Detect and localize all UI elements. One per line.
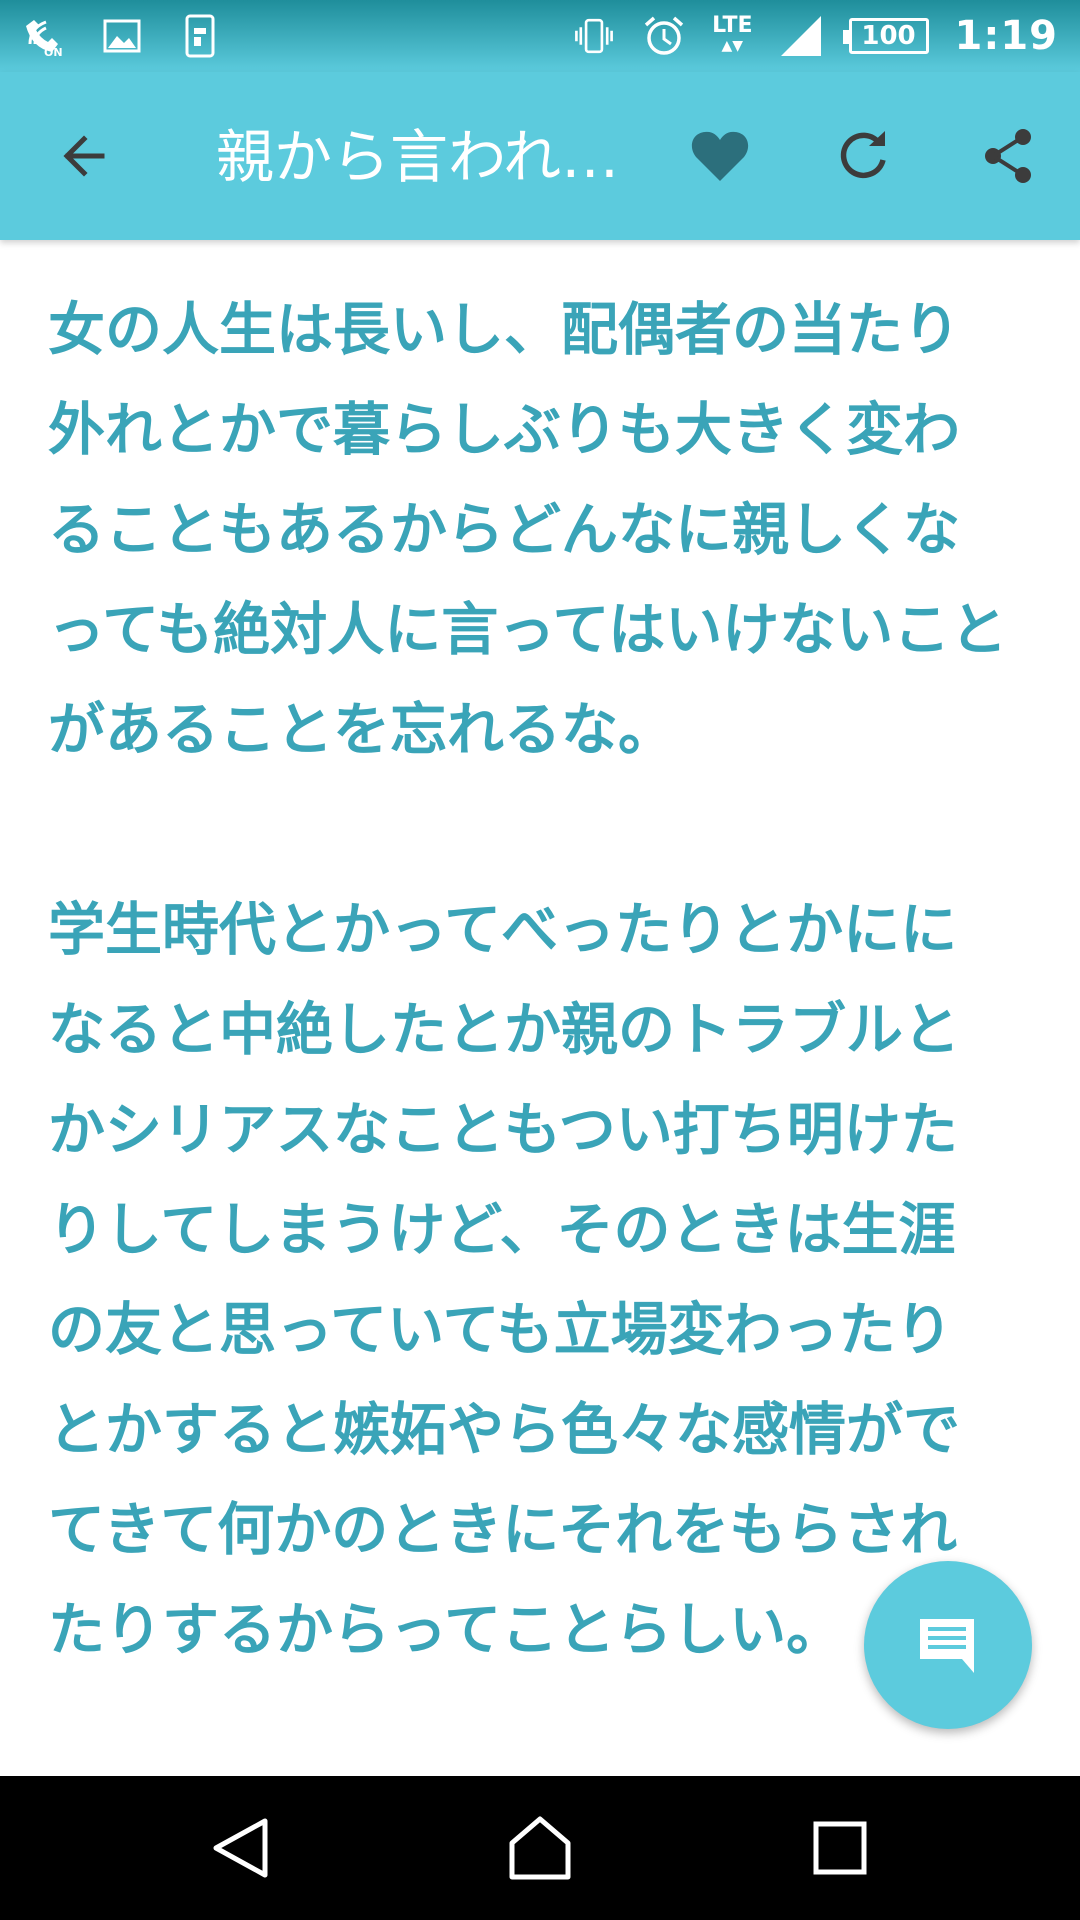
nav-home-button[interactable] [490,1798,590,1898]
status-left-icons: ON [22,0,222,72]
nav-back-icon [213,1818,268,1878]
wifi-calling-on-icon: ON [22,14,66,58]
article-body: 女の人生は長いし、配偶者の当たり外れとかで暮らしぶりも大きく変わることもあるから… [48,280,1008,1680]
arrow-back-icon [63,135,105,177]
status-time: 1:19 [954,13,1058,59]
page-title: 親から言われ… [216,123,620,191]
battery-icon: 100 [842,18,929,54]
status-bar: ON LTE ▲▼ 100 1:19 [0,0,1080,72]
refresh-button[interactable] [820,112,908,200]
paragraph: 女の人生は長いし、配偶者の当たり外れとかで暮らしぶりも大きく変わることもあるから… [48,297,1008,763]
lte-icon: LTE ▲▼ [712,13,753,55]
app-bar: 親から言われ… [0,72,1080,240]
nav-recent-icon [813,1821,867,1875]
alarm-icon [642,14,686,58]
vibrate-icon [572,14,616,58]
nav-back-button[interactable] [190,1798,290,1898]
share-icon [985,129,1031,183]
paragraph: 学生時代とかってべったりとかにになると中絶したとか親のトラブルとかシリアスなこと… [48,897,960,1663]
comment-fab-button[interactable] [864,1561,1032,1729]
share-button[interactable] [964,112,1052,200]
status-right-icons: LTE ▲▼ 100 1:19 [572,0,1058,72]
svg-text:ON: ON [44,46,63,58]
favorite-button[interactable] [676,112,764,200]
comment-icon [920,1619,974,1673]
navigation-bar [0,1776,1080,1920]
heart-icon [691,131,749,181]
image-notification-icon [100,14,144,58]
nav-recent-button[interactable] [790,1798,890,1898]
refresh-icon [840,131,886,179]
nav-home-icon [509,1816,571,1880]
back-button[interactable] [40,112,128,200]
signal-icon [779,14,823,58]
battery-level: 100 [861,21,916,51]
lte-label: LTE [712,13,753,38]
phone-sync-icon [178,14,222,58]
